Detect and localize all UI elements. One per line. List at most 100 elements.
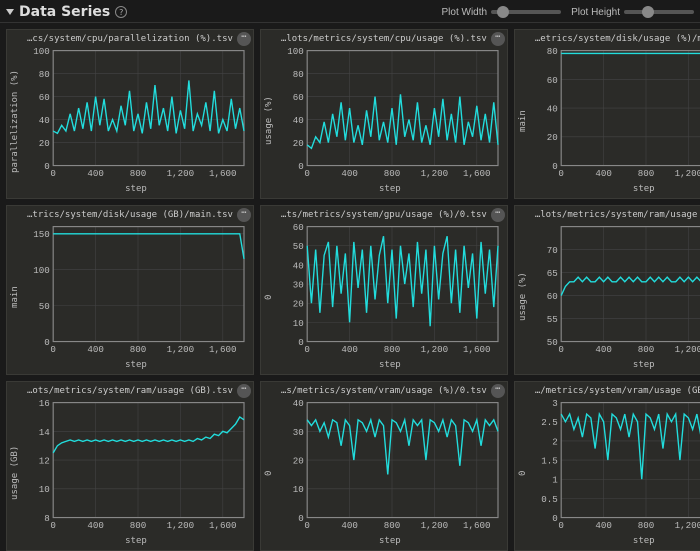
panel-menu-button[interactable]: ⋯ bbox=[491, 32, 505, 46]
collapse-caret-icon[interactable] bbox=[6, 9, 14, 15]
svg-text:80: 80 bbox=[39, 69, 50, 80]
chart-svg[interactable]: 04008001,2001,600020406080100 bbox=[21, 46, 251, 184]
plot-height-label: Plot Height bbox=[571, 7, 620, 18]
svg-text:8: 8 bbox=[44, 513, 50, 524]
chart-panel: …lots/metrics/system/cpu/usage (%).tsv⋯u… bbox=[260, 29, 508, 199]
chart-svg[interactable]: 04008001,2001,600020406080 bbox=[529, 46, 700, 184]
svg-text:60: 60 bbox=[547, 75, 558, 86]
panel-menu-button[interactable]: ⋯ bbox=[237, 208, 251, 222]
svg-text:1,600: 1,600 bbox=[463, 520, 491, 531]
svg-text:0: 0 bbox=[50, 344, 56, 355]
panel-menu-button[interactable]: ⋯ bbox=[237, 32, 251, 46]
chart-panel: …lots/metrics/system/ram/usage (%).tsv⋯u… bbox=[514, 205, 700, 375]
svg-text:40: 40 bbox=[39, 115, 50, 126]
panel-menu-button[interactable]: ⋯ bbox=[491, 208, 505, 222]
chart-title: …ots/metrics/system/ram/usage (GB).tsv bbox=[9, 386, 251, 398]
svg-text:1.5: 1.5 bbox=[541, 455, 558, 466]
x-axis-label: step bbox=[21, 184, 251, 196]
svg-text:65: 65 bbox=[547, 268, 558, 279]
chart-svg[interactable]: 04008001,2001,600050100150 bbox=[21, 222, 251, 360]
chart-panel: …/metrics/system/vram/usage (GB)/0.tsv⋯0… bbox=[514, 381, 700, 551]
svg-text:800: 800 bbox=[130, 520, 147, 531]
svg-text:0: 0 bbox=[304, 168, 310, 179]
chart-svg[interactable]: 04008001,2001,6000102030405060 bbox=[275, 222, 505, 360]
chart-panel: …etrics/system/disk/usage (%)/main.tsv⋯m… bbox=[514, 29, 700, 199]
svg-text:1,600: 1,600 bbox=[463, 168, 491, 179]
x-axis-label: step bbox=[275, 184, 505, 196]
data-series-line bbox=[307, 420, 498, 475]
svg-text:0: 0 bbox=[558, 520, 564, 531]
chart-title: …/metrics/system/vram/usage (GB)/0.tsv bbox=[517, 386, 700, 398]
y-axis-label: usage (GB) bbox=[9, 398, 21, 548]
svg-text:20: 20 bbox=[547, 132, 558, 143]
x-axis-label: step bbox=[275, 536, 505, 548]
svg-text:0: 0 bbox=[304, 344, 310, 355]
chart-title: …etrics/system/disk/usage (%)/main.tsv bbox=[517, 34, 700, 46]
svg-text:2: 2 bbox=[552, 436, 558, 447]
svg-text:0: 0 bbox=[298, 161, 304, 172]
svg-text:0: 0 bbox=[552, 513, 558, 524]
svg-text:400: 400 bbox=[341, 168, 358, 179]
help-icon[interactable]: ? bbox=[115, 6, 127, 18]
svg-text:800: 800 bbox=[638, 344, 655, 355]
svg-text:1,600: 1,600 bbox=[209, 168, 237, 179]
y-axis-label: main bbox=[9, 222, 21, 372]
x-axis-label: step bbox=[21, 536, 251, 548]
svg-text:1,200: 1,200 bbox=[167, 520, 195, 531]
y-axis-label: 0 bbox=[263, 222, 275, 372]
chart-svg[interactable]: 04008001,2001,60000.511.522.53 bbox=[529, 398, 700, 536]
svg-text:0: 0 bbox=[298, 513, 304, 524]
svg-text:400: 400 bbox=[87, 520, 104, 531]
panel-menu-button[interactable]: ⋯ bbox=[237, 384, 251, 398]
svg-text:800: 800 bbox=[384, 344, 401, 355]
data-series-line bbox=[561, 245, 700, 296]
svg-text:100: 100 bbox=[33, 265, 50, 276]
svg-text:1,600: 1,600 bbox=[209, 344, 237, 355]
data-series-line bbox=[561, 53, 700, 79]
section-title: Data Series bbox=[19, 4, 110, 20]
svg-text:400: 400 bbox=[87, 344, 104, 355]
svg-text:60: 60 bbox=[293, 222, 304, 233]
chart-panel: …trics/system/disk/usage (GB)/main.tsv⋯m… bbox=[6, 205, 254, 375]
chart-svg[interactable]: 04008001,2001,6005055606570 bbox=[529, 222, 700, 360]
svg-text:50: 50 bbox=[293, 241, 304, 252]
y-axis-label: parallelization (%) bbox=[9, 46, 21, 196]
chart-title: …ts/metrics/system/gpu/usage (%)/0.tsv bbox=[263, 210, 505, 222]
svg-text:400: 400 bbox=[595, 344, 612, 355]
data-series-line bbox=[53, 234, 244, 259]
plot-width-slider[interactable] bbox=[491, 10, 561, 14]
svg-text:20: 20 bbox=[293, 455, 304, 466]
svg-text:1,200: 1,200 bbox=[421, 344, 449, 355]
svg-text:800: 800 bbox=[130, 344, 147, 355]
svg-text:12: 12 bbox=[39, 455, 50, 466]
svg-text:80: 80 bbox=[293, 69, 304, 80]
y-axis-label: usage (%) bbox=[517, 222, 529, 372]
svg-text:50: 50 bbox=[547, 337, 558, 348]
svg-text:1,600: 1,600 bbox=[209, 520, 237, 531]
chart-panel: …ts/metrics/system/gpu/usage (%)/0.tsv⋯ 0… bbox=[260, 205, 508, 375]
x-axis-label: step bbox=[529, 536, 700, 548]
svg-text:400: 400 bbox=[341, 520, 358, 531]
data-series-line bbox=[53, 417, 244, 453]
panel-menu-button[interactable]: ⋯ bbox=[491, 384, 505, 398]
svg-text:0: 0 bbox=[50, 520, 56, 531]
svg-text:800: 800 bbox=[130, 168, 147, 179]
svg-text:55: 55 bbox=[547, 314, 558, 325]
chart-panel: …cs/system/cpu/parallelization (%).tsv⋯p… bbox=[6, 29, 254, 199]
svg-text:0: 0 bbox=[298, 337, 304, 348]
svg-text:14: 14 bbox=[39, 427, 51, 438]
svg-text:20: 20 bbox=[293, 138, 304, 149]
chart-grid: …cs/system/cpu/parallelization (%).tsv⋯p… bbox=[0, 23, 700, 526]
svg-text:10: 10 bbox=[293, 484, 304, 495]
data-series-line bbox=[561, 414, 700, 479]
chart-title: …lots/metrics/system/cpu/usage (%).tsv bbox=[263, 34, 505, 46]
svg-text:0: 0 bbox=[558, 344, 564, 355]
svg-text:0: 0 bbox=[558, 168, 564, 179]
plot-height-slider[interactable] bbox=[624, 10, 694, 14]
chart-svg[interactable]: 04008001,2001,600810121416 bbox=[21, 398, 251, 536]
chart-svg[interactable]: 04008001,2001,600020406080100 bbox=[275, 46, 505, 184]
chart-svg[interactable]: 04008001,2001,600010203040 bbox=[275, 398, 505, 536]
svg-text:400: 400 bbox=[87, 168, 104, 179]
svg-text:3: 3 bbox=[552, 398, 558, 409]
svg-text:800: 800 bbox=[638, 520, 655, 531]
